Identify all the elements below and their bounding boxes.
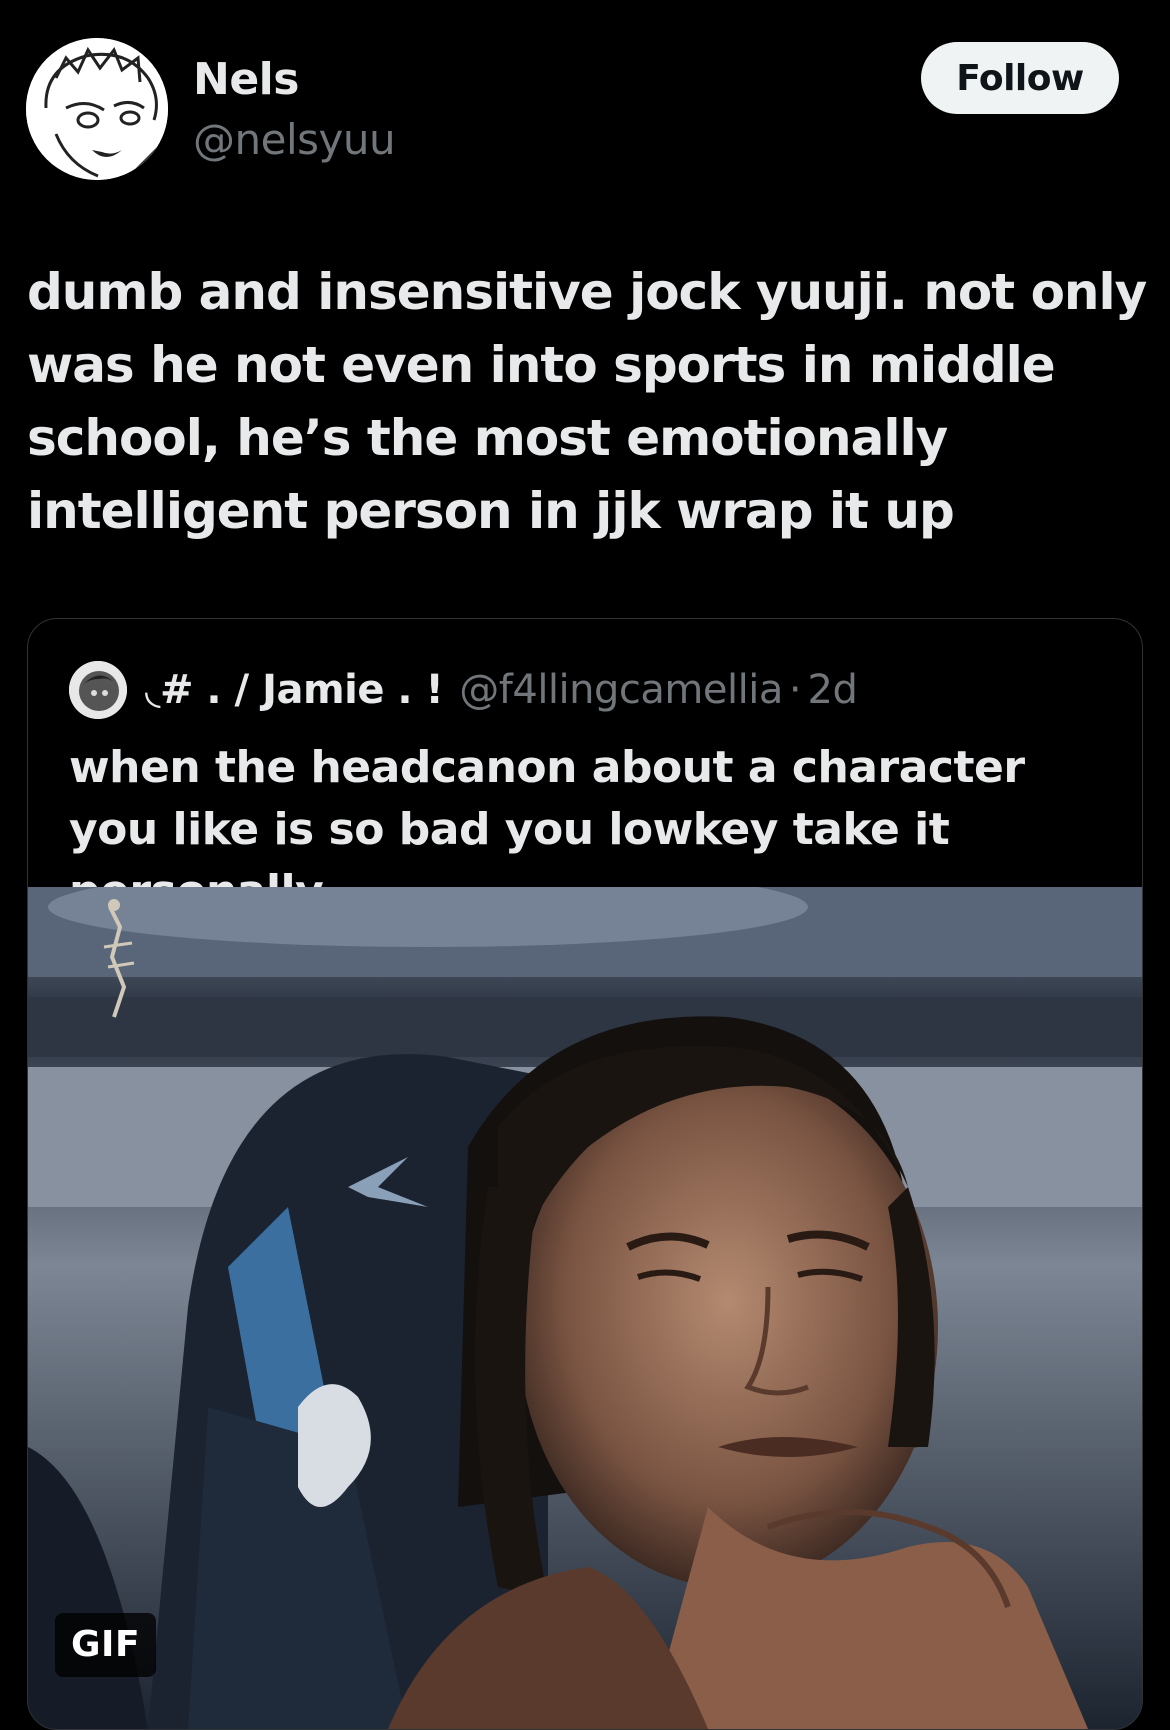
author-avatar[interactable] [26, 38, 168, 180]
quoted-tweet-card[interactable]: ◟# . / Jamie . ! @f4llingcamellia · 2d w… [27, 618, 1143, 1730]
gif-media[interactable]: GIF [28, 887, 1142, 1729]
author-handle[interactable]: @nelsyuu [193, 110, 396, 170]
gif-still-image [28, 887, 1142, 1729]
dot-separator: · [788, 667, 802, 713]
tweet-text: dumb and insensitive jock yuuji. not onl… [27, 263, 1147, 540]
quoted-author-display-name[interactable]: ◟# . / Jamie . ! [145, 667, 444, 713]
author-display-name[interactable]: Nels [193, 50, 299, 110]
quoted-author-handle[interactable]: @f4llingcamellia [459, 667, 783, 713]
anime-avatar-icon [26, 38, 168, 180]
tweet-header: Nels @nelsyuu Follow [0, 0, 1170, 200]
avatar-image-icon [69, 661, 127, 719]
quoted-author-avatar[interactable] [69, 661, 127, 719]
gif-badge: GIF [55, 1613, 157, 1677]
quoted-tweet-timestamp[interactable]: 2d [808, 667, 858, 713]
quoted-tweet-header: ◟# . / Jamie . ! @f4llingcamellia · 2d [69, 659, 858, 721]
follow-button[interactable]: Follow [921, 42, 1119, 114]
